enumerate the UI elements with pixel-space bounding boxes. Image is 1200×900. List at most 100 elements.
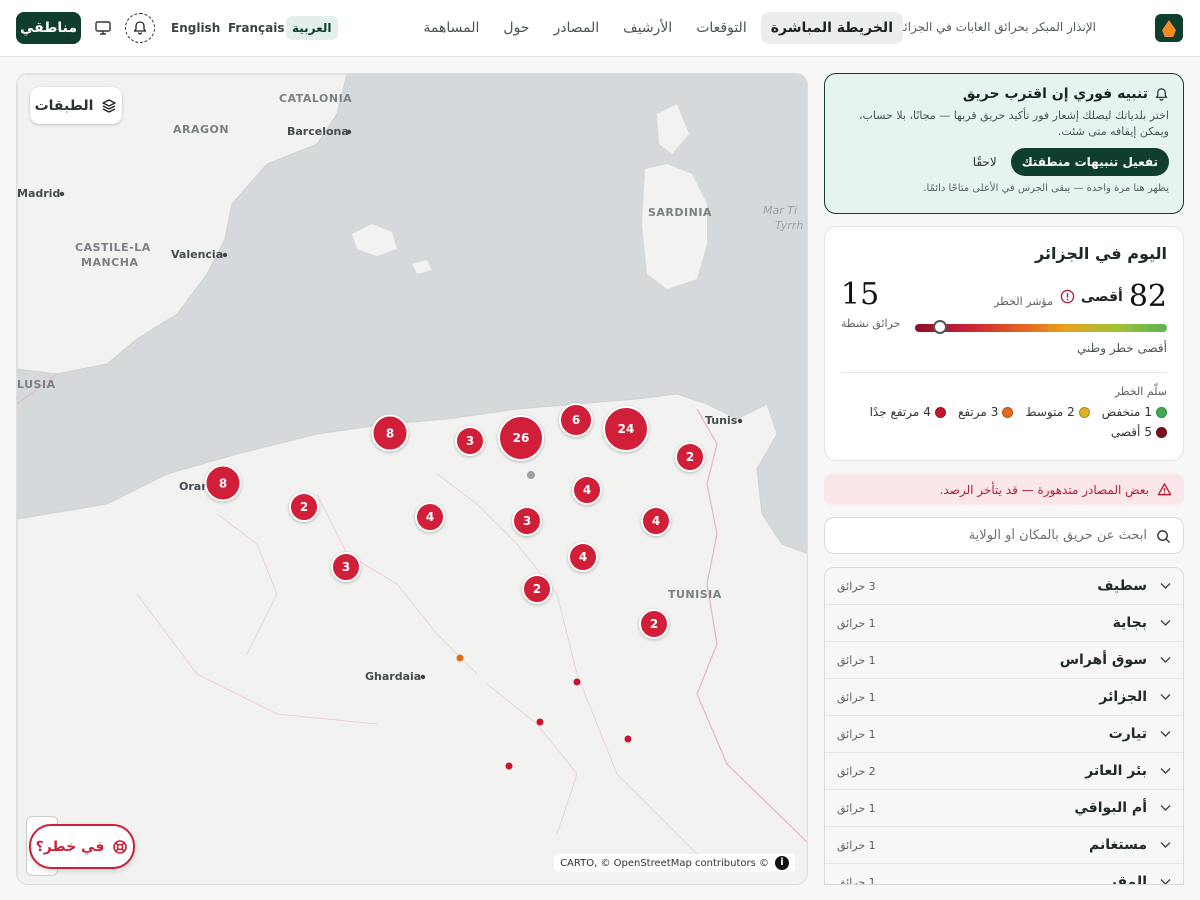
monitor-icon[interactable] <box>94 19 112 37</box>
lang-arabic[interactable]: العربية <box>286 16 338 40</box>
fire-cluster[interactable]: 24 <box>603 406 649 452</box>
app-tagline: الإنذار المبكر بحرائق الغابات في الجزائر <box>897 20 1096 34</box>
attribution-text: CARTO, © OpenStreetMap contributors © <box>560 857 769 869</box>
fire-point[interactable] <box>456 654 464 662</box>
fire-cluster[interactable]: 26 <box>498 415 544 461</box>
map-label-andalusia: LUSIA <box>17 378 56 391</box>
live-map[interactable]: CATALONIA ARAGON Barcelona Madrid CASTIL… <box>16 73 808 885</box>
list-item[interactable]: أم البواقي 1 حرائق <box>825 790 1183 827</box>
fire-cluster[interactable]: 4 <box>568 542 598 572</box>
list-item[interactable]: مستغانم 1 حرائق <box>825 827 1183 864</box>
risk-index-label: مؤشر الخطر <box>994 295 1053 308</box>
risk-scale-item-high: 3 مرتفع <box>958 405 1014 419</box>
list-item[interactable]: بئر العاتر 2 حرائق <box>825 753 1183 790</box>
notifications-button[interactable] <box>125 13 155 43</box>
my-zones-button[interactable]: مناطقي <box>16 12 81 44</box>
lang-english[interactable]: English <box>165 16 226 40</box>
fire-point[interactable] <box>624 735 632 743</box>
lang-french[interactable]: Français <box>222 16 290 40</box>
scale-label: مرتفع <box>957 405 987 419</box>
fire-point[interactable] <box>536 718 544 726</box>
chevron-down-icon <box>1160 694 1171 700</box>
fire-cluster[interactable]: 4 <box>415 502 445 532</box>
chevron-down-icon <box>1160 879 1171 884</box>
fire-cluster[interactable]: 4 <box>641 506 671 536</box>
province-name: أم البواقي <box>1074 800 1147 816</box>
scale-label: أقصى <box>1110 425 1141 439</box>
fire-cluster[interactable]: 2 <box>639 609 669 639</box>
alert-circle-icon <box>1060 289 1075 304</box>
risk-gradient-bar <box>915 320 1167 334</box>
later-button[interactable]: لاحقًا <box>973 155 997 169</box>
map-label-oran: Orar <box>179 480 207 493</box>
risk-index-value: 82 <box>1128 279 1167 314</box>
province-name: سطيف <box>1097 578 1147 594</box>
alert-note: يظهر هنا مرة واحدة — يبقى الجرس في الأعل… <box>923 182 1169 194</box>
scale-num: 2 <box>1067 405 1075 419</box>
logo-icon[interactable] <box>1155 14 1183 42</box>
scale-label: متوسط <box>1025 405 1064 419</box>
fire-cluster[interactable]: 8 <box>371 414 409 452</box>
chevron-down-icon <box>1160 731 1171 737</box>
info-icon[interactable]: i <box>775 856 789 870</box>
lifebuoy-icon <box>113 839 128 854</box>
map-label-ghardaia: Ghardaia <box>365 670 422 683</box>
map-label-valencia: Valencia <box>171 248 224 261</box>
list-item[interactable]: سطيف 3 حرائق <box>825 568 1183 605</box>
map-label-sardinia: SARDINIA <box>648 206 712 219</box>
nav-sources[interactable]: المصادر <box>543 12 609 44</box>
fire-cluster[interactable]: 2 <box>289 492 319 522</box>
divider <box>841 372 1167 373</box>
map-label-aragon: ARAGON <box>173 123 230 136</box>
scale-dot-low <box>1156 406 1167 418</box>
map-label-tunis: Tunis <box>705 414 738 427</box>
warning-triangle-icon <box>1157 483 1172 496</box>
fire-cluster[interactable]: 2 <box>522 574 552 604</box>
in-danger-button[interactable]: في خطر؟ <box>29 824 135 869</box>
fire-count: 1 حرائق <box>837 617 876 630</box>
map-attribution: CARTO, © OpenStreetMap contributors © i <box>554 854 795 872</box>
map-label-sea-2: Tyrrh <box>775 219 804 232</box>
enable-alerts-button[interactable]: تفعيل تنبيهات منطقتك <box>1010 147 1169 176</box>
risk-scale-item-low: 1 منخفض <box>1102 405 1167 419</box>
list-item[interactable]: تيارت 1 حرائق <box>825 716 1183 753</box>
list-item[interactable]: المقر 1 حرائق <box>825 864 1183 884</box>
province-name: تيارت <box>1108 726 1147 742</box>
fire-point[interactable] <box>505 762 513 770</box>
search-box <box>824 517 1184 554</box>
list-item[interactable]: بجاية 1 حرائق <box>825 605 1183 642</box>
risk-index: 82 أقصى <box>1060 279 1167 314</box>
chevron-down-icon <box>1160 805 1171 811</box>
list-item[interactable]: سوق أهراس 1 حرائق <box>825 642 1183 679</box>
fire-cluster[interactable]: 3 <box>512 506 542 536</box>
search-input[interactable] <box>847 518 1147 553</box>
fire-cluster[interactable]: 8 <box>204 464 242 502</box>
fire-count: 1 حرائق <box>837 802 876 815</box>
fire-point[interactable] <box>527 471 535 479</box>
province-name: سوق أهراس <box>1059 652 1147 668</box>
nav-live-map[interactable]: الخريطة المباشرة <box>760 12 903 44</box>
nav-archive[interactable]: الأرشيف <box>613 12 682 44</box>
nav-forecasts[interactable]: التوقعات <box>686 12 757 44</box>
fire-cluster[interactable]: 3 <box>331 552 361 582</box>
fire-point[interactable] <box>573 678 581 686</box>
province-name: مستغانم <box>1088 837 1147 853</box>
list-item[interactable]: الجزائر 1 حرائق <box>825 679 1183 716</box>
active-fires-value: 15 <box>841 277 880 312</box>
alert-description: اختر بلدياتك ليصلك إشعار فور تأكيد حريق … <box>858 109 1169 138</box>
map-label-sea: Mar Ti <box>763 204 798 217</box>
nav-contribute[interactable]: المساهمة <box>413 12 489 44</box>
scale-dot-very-high <box>934 406 946 418</box>
scale-num: 4 <box>923 405 931 419</box>
alert-title: تنبيه فوري إن اقترب حريق <box>962 86 1148 102</box>
scale-label: منخفض <box>1101 405 1141 419</box>
scale-num: 1 <box>1144 405 1152 419</box>
fire-cluster[interactable]: 6 <box>559 403 593 437</box>
layers-button[interactable]: الطبقات <box>30 87 122 124</box>
map-label-madrid: Madrid <box>17 187 61 200</box>
fire-cluster[interactable]: 3 <box>455 426 485 456</box>
fire-cluster[interactable]: 2 <box>675 442 705 472</box>
top-header: الإنذار المبكر بحرائق الغابات في الجزائر… <box>0 0 1200 57</box>
nav-about[interactable]: حول <box>493 12 539 44</box>
fire-cluster[interactable]: 4 <box>572 475 602 505</box>
